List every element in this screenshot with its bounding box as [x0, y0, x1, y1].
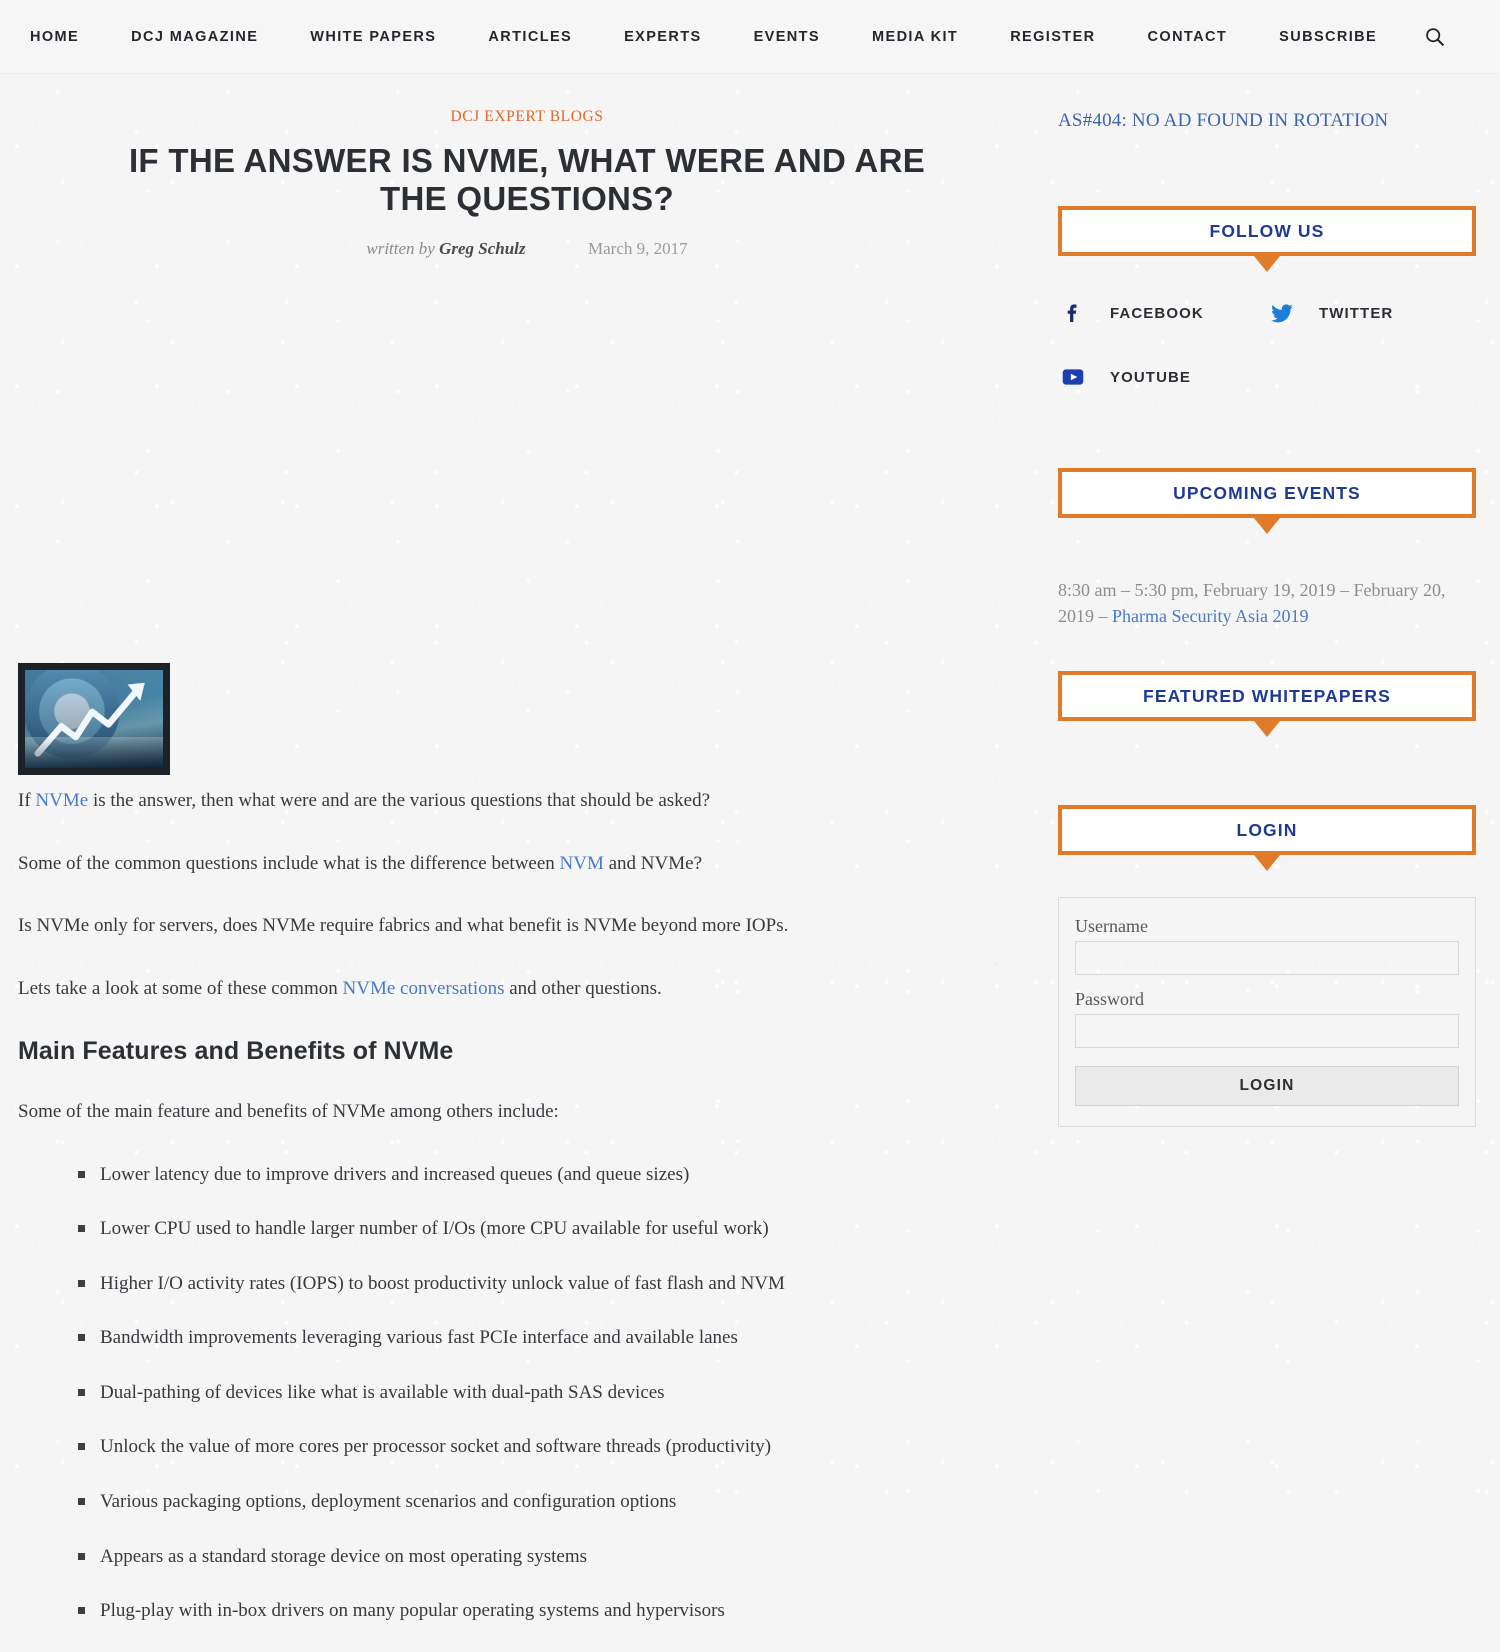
widget-body: FACEBOOK TWITTER YOUTUBE: [1058, 256, 1476, 426]
paragraph-3: Is NVMe only for servers, does NVMe requ…: [18, 912, 1036, 941]
image-reflection: [25, 736, 163, 769]
features-list: Lower latency due to improve drivers and…: [18, 1161, 1036, 1625]
widget-title: FEATURED WHITEPAPERS: [1143, 685, 1391, 706]
username-label: Username: [1075, 916, 1148, 937]
paragraph-4: Lets take a look at some of these common…: [18, 975, 1036, 1004]
text-run: and NVMe?: [603, 852, 703, 874]
paragraph-1: If NVMe is the answer, then what were an…: [18, 787, 1036, 816]
list-item: Dual-pathing of devices like what is ava…: [78, 1379, 1036, 1407]
publish-date: March 9, 2017: [588, 239, 688, 259]
widget-header: UPCOMING EVENTS: [1058, 468, 1476, 518]
text-run: Some of the common questions include wha…: [18, 852, 560, 874]
nav-item-experts[interactable]: EXPERTS: [598, 29, 728, 45]
facebook-icon: [1058, 298, 1088, 328]
social-label: FACEBOOK: [1110, 304, 1204, 322]
list-item: Higher I/O activity rates (IOPS) to boos…: [78, 1270, 1036, 1298]
widget-header: LOGIN: [1058, 805, 1476, 856]
written-by-label: written by: [366, 239, 435, 259]
page-title: IF THE ANSWER IS NVME, WHAT WERE AND ARE…: [128, 142, 926, 217]
nav-list: HOME DCJ MAGAZINE WHITE PAPERS ARTICLES …: [26, 29, 1414, 45]
widget-header: FOLLOW US: [1058, 206, 1476, 256]
search-icon: [1425, 28, 1444, 46]
inline-link-nvme-conversations[interactable]: NVMe conversations: [343, 978, 505, 999]
inline-link-nvme[interactable]: NVMe: [35, 790, 88, 811]
article-body: If NVMe is the answer, then what were an…: [18, 775, 1036, 1624]
sidebar: AS#404: NO AD FOUND IN ROTATION FOLLOW U…: [1036, 74, 1476, 1652]
article-category-link[interactable]: DCJ EXPERT BLOGS: [450, 108, 603, 125]
list-item: Bandwidth improvements leveraging variou…: [78, 1324, 1036, 1352]
password-label: Password: [1075, 989, 1145, 1010]
password-field[interactable]: [1075, 1014, 1459, 1049]
widget-header: FEATURED WHITEPAPERS: [1058, 671, 1476, 722]
twitter-icon: [1267, 298, 1297, 328]
widget-featured-whitepapers: FEATURED WHITEPAPERS: [1058, 671, 1476, 763]
nav-item-register[interactable]: REGISTER: [984, 29, 1121, 45]
widget-title: LOGIN: [1236, 819, 1298, 840]
nav-item-dcj-magazine[interactable]: DCJ MAGAZINE: [105, 29, 284, 45]
widget-title: UPCOMING EVENTS: [1173, 482, 1361, 503]
list-item: Various packaging options, deployment sc…: [78, 1488, 1036, 1516]
login-form: Username Password LOGIN: [1058, 897, 1476, 1128]
social-label: TWITTER: [1319, 304, 1394, 322]
text-run: If: [18, 790, 36, 812]
list-item: Lower CPU used to handle larger number o…: [78, 1215, 1036, 1243]
social-link-twitter[interactable]: TWITTER: [1267, 298, 1476, 328]
widget-body: Username Password LOGIN: [1058, 855, 1476, 1128]
youtube-icon: [1058, 362, 1088, 392]
text-run: Lets take a look at some of these common: [18, 977, 343, 999]
paragraph-2: Some of the common questions include wha…: [18, 850, 1036, 879]
category-line: DCJ EXPERT BLOGS: [18, 108, 1036, 126]
byline: written by Greg Schulz March 9, 2017: [18, 239, 1036, 259]
nav-item-subscribe[interactable]: SUBSCRIBE: [1253, 29, 1403, 45]
nav-item-media-kit[interactable]: MEDIA KIT: [846, 29, 984, 45]
widget-login: LOGIN Username Password LOGIN: [1058, 805, 1476, 1128]
widget-body: 8:30 am – 5:30 pm, February 19, 2019 – F…: [1058, 518, 1476, 629]
social-label: YOUTUBE: [1110, 368, 1192, 386]
inline-link-nvm[interactable]: NVM: [560, 853, 604, 874]
page-root: HOME DCJ MAGAZINE WHITE PAPERS ARTICLES …: [0, 0, 1500, 1652]
article-thumbnail-image: [18, 663, 170, 776]
author-link[interactable]: Greg Schulz: [439, 239, 525, 258]
event-entry: 8:30 am – 5:30 pm, February 19, 2019 – F…: [1058, 578, 1476, 629]
feature-image-wrap: [18, 663, 1036, 776]
list-item: Lower latency due to improve drivers and…: [78, 1161, 1036, 1189]
event-link[interactable]: Pharma Security Asia 2019: [1112, 606, 1308, 626]
list-item: Plug-play with in-box drivers on many po…: [78, 1597, 1036, 1625]
article-content: DCJ EXPERT BLOGS IF THE ANSWER IS NVME, …: [18, 74, 1036, 1652]
social-link-youtube[interactable]: YOUTUBE: [1058, 362, 1267, 392]
page-layout: DCJ EXPERT BLOGS IF THE ANSWER IS NVME, …: [0, 74, 1500, 1652]
text-run: is the answer, then what were and are th…: [88, 790, 711, 812]
social-links: FACEBOOK TWITTER YOUTUBE: [1058, 298, 1476, 426]
widget-title: FOLLOW US: [1209, 220, 1325, 241]
main-navigation: HOME DCJ MAGAZINE WHITE PAPERS ARTICLES …: [0, 0, 1500, 74]
login-submit-button[interactable]: LOGIN: [1075, 1066, 1459, 1107]
widget-upcoming-events: UPCOMING EVENTS 8:30 am – 5:30 pm, Febru…: [1058, 468, 1476, 629]
nav-item-articles[interactable]: ARTICLES: [462, 29, 598, 45]
list-intro: Some of the main feature and benefits of…: [18, 1101, 559, 1123]
text-run: Is NVMe only for servers, does NVMe requ…: [18, 915, 789, 937]
text-run: and other questions.: [504, 977, 662, 999]
section-heading: Main Features and Benefits of NVMe: [18, 1037, 454, 1066]
list-item: Appears as a standard storage device on …: [78, 1543, 1036, 1571]
nav-item-home[interactable]: HOME: [26, 29, 105, 45]
nav-item-contact[interactable]: CONTACT: [1122, 29, 1254, 45]
social-link-facebook[interactable]: FACEBOOK: [1058, 298, 1267, 328]
list-item: Unlock the value of more cores per proce…: [78, 1433, 1036, 1461]
ad-rotation-notice[interactable]: AS#404: NO AD FOUND IN ROTATION: [1058, 110, 1476, 132]
nav-item-white-papers[interactable]: WHITE PAPERS: [284, 29, 462, 45]
widget-follow-us: FOLLOW US FACEBOOK TWITTER YOUTUBE: [1058, 206, 1476, 426]
username-field[interactable]: [1075, 941, 1459, 976]
nav-item-events[interactable]: EVENTS: [728, 29, 846, 45]
search-button[interactable]: [1414, 17, 1454, 57]
